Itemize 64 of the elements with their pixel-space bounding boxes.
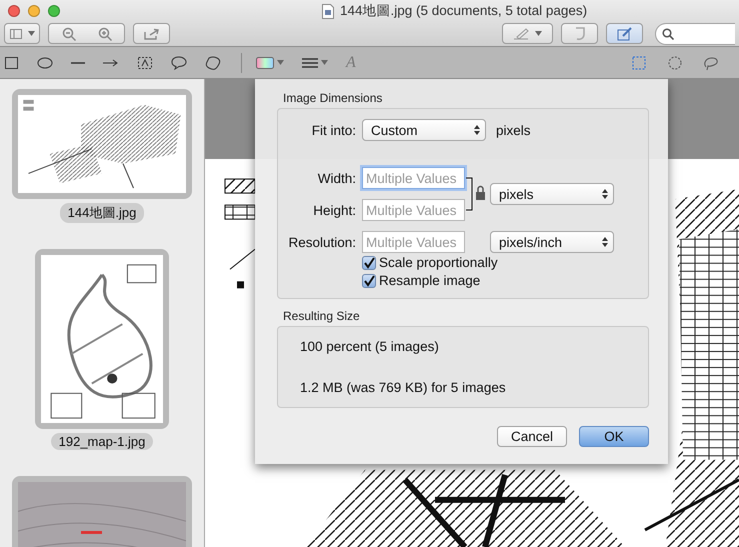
- rectangle-tool[interactable]: [5, 56, 19, 68]
- lasso-selection-tool[interactable]: [703, 54, 719, 70]
- resolution-unit-popup[interactable]: pixels/inch: [490, 231, 614, 253]
- width-field[interactable]: Multiple Values: [362, 167, 465, 189]
- result-text: 1.2 MB (was 769 KB) for 5 images: [300, 380, 507, 395]
- search-field[interactable]: [655, 22, 735, 44]
- checkbox[interactable]: [362, 256, 376, 270]
- checkbox-label: Scale proportionally: [379, 255, 498, 270]
- markup-button[interactable]: [502, 23, 553, 44]
- caret-icon: [535, 31, 542, 36]
- document-icon: [322, 4, 334, 18]
- result-text: 100 percent (5 images): [300, 339, 440, 354]
- section-title: Image Dimensions: [283, 91, 384, 105]
- ellipse-selection-tool[interactable]: [667, 54, 683, 70]
- edit-icon: [616, 26, 632, 40]
- zoom-button[interactable]: [48, 4, 60, 16]
- window-title: 144地圖.jpg (5 documents, 5 total pages): [340, 2, 588, 20]
- zoom-out-icon[interactable]: [62, 26, 76, 40]
- sidebar-icon: [10, 28, 22, 38]
- share-icon: [144, 28, 160, 40]
- checkbox[interactable]: [362, 274, 376, 288]
- rotate-icon: [574, 26, 586, 40]
- section-title: Resulting Size: [283, 309, 361, 323]
- line-tool[interactable]: [71, 60, 85, 64]
- speech-bubble-tool[interactable]: [171, 56, 187, 70]
- field-label: Height:: [312, 202, 357, 218]
- oval-tool[interactable]: [37, 56, 53, 68]
- rect-selection-tool[interactable]: [631, 54, 647, 70]
- minimize-button[interactable]: [28, 4, 40, 16]
- view-menu-button[interactable]: [4, 23, 40, 44]
- thumbnail-label: 192_map-1.jpg: [50, 433, 154, 450]
- field-label: Resolution:: [287, 234, 357, 250]
- search-icon: [662, 28, 674, 40]
- edit-toolbar-button[interactable]: [606, 23, 643, 44]
- shape-tool[interactable]: [205, 56, 221, 70]
- size-unit-popup[interactable]: pixels: [490, 183, 614, 205]
- ok-button[interactable]: OK: [579, 426, 649, 447]
- field-label: Width:: [316, 170, 357, 186]
- resolution-field[interactable]: Multiple Values: [362, 231, 465, 253]
- zoom-in-icon[interactable]: [98, 26, 112, 40]
- color-picker[interactable]: [256, 56, 284, 68]
- line-style-picker[interactable]: [302, 58, 328, 68]
- caret-icon: [321, 60, 328, 65]
- unit-label: pixels: [496, 122, 532, 138]
- text-box-tool[interactable]: [137, 56, 153, 70]
- height-field[interactable]: Multiple Values: [362, 199, 465, 221]
- share-button[interactable]: [133, 23, 170, 44]
- fit-into-popup[interactable]: Custom: [362, 119, 486, 141]
- arrow-tool[interactable]: [103, 58, 119, 66]
- close-button[interactable]: [8, 4, 20, 16]
- page-thumbnail[interactable]: [35, 249, 169, 429]
- rotate-button[interactable]: [561, 23, 598, 44]
- pen-icon: [513, 28, 529, 40]
- checkbox-label: Resample image: [379, 273, 480, 288]
- zoom-controls[interactable]: [48, 23, 125, 44]
- cancel-button[interactable]: Cancel: [497, 426, 567, 447]
- thumbnail-label: 144地圖.jpg: [60, 203, 144, 223]
- stepper-icon: [602, 236, 608, 248]
- caret-icon: [277, 60, 284, 65]
- page-thumbnail[interactable]: [12, 89, 192, 199]
- caret-icon: [28, 31, 34, 36]
- stepper-icon: [602, 188, 608, 200]
- field-label: Fit into:: [310, 122, 357, 138]
- stepper-icon: [474, 124, 480, 136]
